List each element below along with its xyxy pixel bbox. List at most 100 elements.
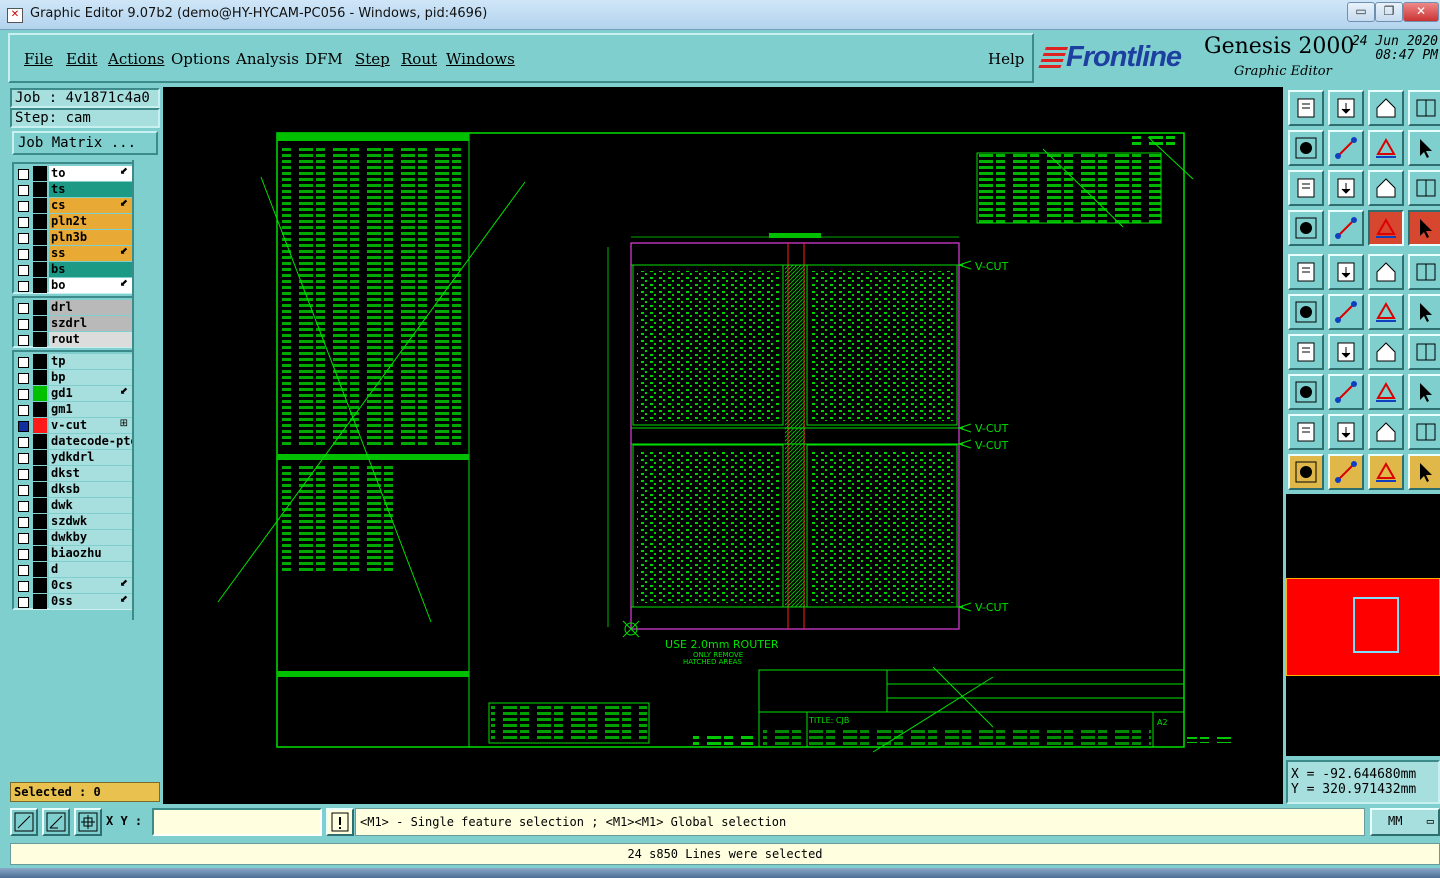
layer-name[interactable]: gm1: [49, 402, 132, 417]
layer-name[interactable]: biaozhu: [49, 546, 132, 561]
alert-button[interactable]: [326, 808, 354, 836]
close-button[interactable]: ✕: [1403, 2, 1439, 22]
layer-color-swatch[interactable]: [33, 530, 47, 545]
layer-name[interactable]: datecode-pte: [49, 434, 132, 449]
layer-color-swatch[interactable]: [33, 578, 47, 593]
pointer2-tool-button[interactable]: [1328, 454, 1364, 490]
layer-color-swatch[interactable]: [33, 370, 47, 385]
layer-row-bs[interactable]: bs: [14, 262, 132, 278]
xy-input[interactable]: [152, 808, 322, 836]
undo-tool-button[interactable]: [1368, 130, 1404, 166]
layer-row-d[interactable]: d: [14, 562, 132, 578]
save-tool-button[interactable]: [1328, 90, 1364, 126]
node-tool-button[interactable]: [1288, 294, 1324, 330]
pointer4-tool-button[interactable]: [1408, 454, 1440, 490]
layer-checkbox[interactable]: [18, 281, 29, 292]
job-matrix-button[interactable]: Job Matrix ...: [12, 131, 158, 155]
layer-checkbox[interactable]: [18, 185, 29, 196]
layer-checkbox[interactable]: [18, 469, 29, 480]
select-box-tool-button[interactable]: [1288, 374, 1324, 410]
layer-color-swatch[interactable]: [33, 300, 47, 315]
step-tool-button[interactable]: [1408, 130, 1440, 166]
zoom-home-tool-button[interactable]: [1288, 170, 1324, 206]
cross-tool-button[interactable]: [1328, 294, 1364, 330]
layer-color-swatch[interactable]: [33, 278, 47, 293]
triangle4-tool-button[interactable]: [1408, 414, 1440, 450]
arrow-tool-button[interactable]: [1328, 334, 1364, 370]
snap-button[interactable]: [74, 808, 102, 836]
layer-name[interactable]: szdwk: [49, 514, 132, 529]
layer-row-0cs[interactable]: 0cs ⬋: [14, 578, 132, 594]
layer-row-drl[interactable]: drl: [14, 300, 132, 316]
layer-checkbox[interactable]: [18, 421, 29, 432]
layer-row-bo[interactable]: bo ⬋: [14, 278, 132, 294]
layer-name[interactable]: pln2t: [49, 214, 132, 229]
window-tool-button[interactable]: [1408, 90, 1440, 126]
line2-tool-button[interactable]: [1408, 294, 1440, 330]
layer-name[interactable]: ts: [49, 182, 132, 197]
layer-color-swatch[interactable]: [33, 166, 47, 181]
graphics-canvas[interactable]: V-CUT V-CUT V-CUT V-CUT USE 2.0mm ROUTER…: [163, 87, 1283, 804]
zoom-fit-button[interactable]: [10, 808, 38, 836]
layer-row-dwk[interactable]: dwk: [14, 498, 132, 514]
layer-name[interactable]: pln3b: [49, 230, 132, 245]
layer-row-to[interactable]: to ⬋: [14, 166, 132, 182]
layer-checkbox[interactable]: [18, 597, 29, 608]
layer-color-swatch[interactable]: [33, 498, 47, 513]
layer-color-swatch[interactable]: [33, 386, 47, 401]
layer-color-swatch[interactable]: [33, 450, 47, 465]
layer-name[interactable]: d: [49, 562, 132, 577]
angle-tool-button[interactable]: [1288, 334, 1324, 370]
layer-color-swatch[interactable]: [33, 434, 47, 449]
layer-checkbox[interactable]: [18, 249, 29, 260]
layer-row-0ss[interactable]: 0ss ⬋: [14, 594, 132, 610]
layer-checkbox[interactable]: [18, 169, 29, 180]
triangle-tool-button[interactable]: [1288, 414, 1324, 450]
layer-color-swatch[interactable]: [33, 230, 47, 245]
menu-step[interactable]: Step: [355, 50, 390, 68]
triangle2-tool-button[interactable]: [1328, 414, 1364, 450]
pointer-tool-button[interactable]: [1288, 454, 1324, 490]
layer-checkbox[interactable]: [18, 217, 29, 228]
layer-color-swatch[interactable]: [33, 514, 47, 529]
pad-tool-button[interactable]: [1288, 254, 1324, 290]
layer-color-swatch[interactable]: [33, 482, 47, 497]
layer-checkbox[interactable]: [18, 549, 29, 560]
layer-color-swatch[interactable]: [33, 594, 47, 609]
layer-checkbox[interactable]: [18, 485, 29, 496]
layer-color-swatch[interactable]: [33, 316, 47, 331]
layer-row-ydkdrl[interactable]: ydkdrl: [14, 450, 132, 466]
layer-name[interactable]: dwkby: [49, 530, 132, 545]
menu-help[interactable]: Help: [988, 50, 1024, 68]
align-tool-button[interactable]: [1408, 374, 1440, 410]
layer-name[interactable]: dksb: [49, 482, 132, 497]
layer-name[interactable]: ydkdrl: [49, 450, 132, 465]
home-tool-button[interactable]: [1368, 90, 1404, 126]
minimize-button[interactable]: ▭: [1347, 2, 1375, 22]
export-tool-button[interactable]: [1328, 130, 1364, 166]
net-tool-button[interactable]: [1368, 210, 1404, 246]
layer-color-swatch[interactable]: [33, 562, 47, 577]
layer-color-swatch[interactable]: [33, 546, 47, 561]
import-tool-button[interactable]: [1288, 130, 1324, 166]
layer-row-bp[interactable]: bp: [14, 370, 132, 386]
layer-row-szdrl[interactable]: szdrl: [14, 316, 132, 332]
layer-color-swatch[interactable]: [33, 214, 47, 229]
menu-file[interactable]: File: [24, 50, 53, 68]
layer-checkbox[interactable]: [18, 303, 29, 314]
layer-row-datecode-pte[interactable]: datecode-pte: [14, 434, 132, 450]
layer-row-rout[interactable]: rout: [14, 332, 132, 348]
layer-checkbox[interactable]: [18, 517, 29, 528]
layer-checkbox[interactable]: [18, 437, 29, 448]
overview-viewport[interactable]: [1353, 597, 1399, 653]
layer-color-swatch[interactable]: [33, 262, 47, 277]
layer-name[interactable]: bs: [49, 262, 132, 277]
menu-dfm[interactable]: DFM: [305, 50, 343, 68]
measure-button[interactable]: [42, 808, 70, 836]
layer-row-pln2t[interactable]: pln2t: [14, 214, 132, 230]
maximize-button[interactable]: ❐: [1375, 2, 1403, 22]
snap-tool-button[interactable]: [1368, 374, 1404, 410]
menu-actions[interactable]: Actions: [108, 50, 164, 68]
layer-color-swatch[interactable]: [33, 402, 47, 417]
layer-color-swatch[interactable]: [33, 182, 47, 197]
